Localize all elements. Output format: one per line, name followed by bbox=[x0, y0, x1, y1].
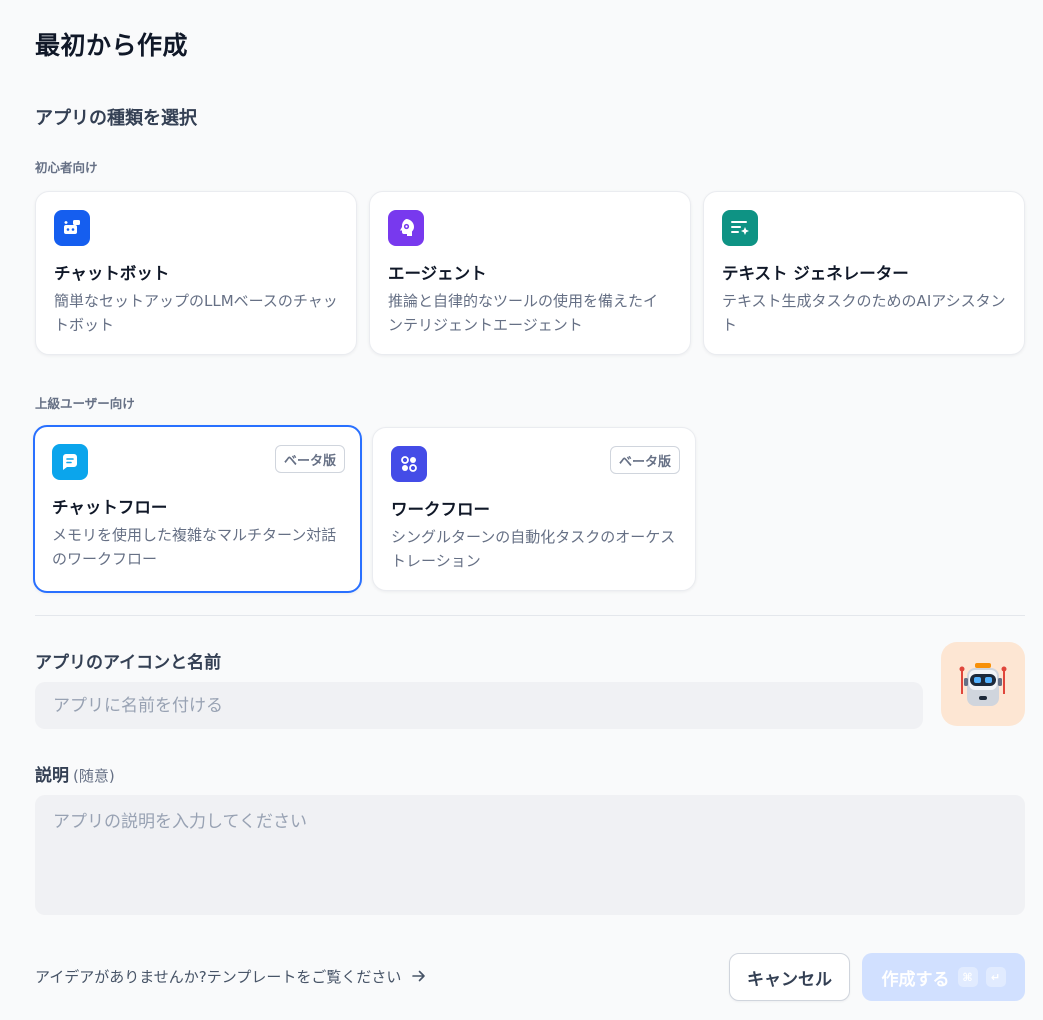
workflow-icon bbox=[391, 446, 427, 482]
card-title: チャットフロー bbox=[52, 498, 168, 517]
template-link[interactable]: アイデアがありませんか?テンプレートをご覧ください bbox=[35, 966, 426, 987]
description-label-text: 説明 bbox=[35, 766, 69, 786]
beginner-group-label: 初心者向け bbox=[35, 160, 98, 175]
advanced-group-label: 上級ユーザー向け bbox=[35, 396, 135, 411]
card-description: シングルターンの自動化タスクのオーケストレーション bbox=[391, 528, 676, 570]
app-type-section-title: アプリの種類を選択 bbox=[35, 108, 197, 129]
app-type-card-workflow[interactable]: ベータ版 ワークフロー シングルターンの自動化タスクのオーケストレーション bbox=[372, 427, 696, 591]
card-title: チャットボット bbox=[54, 264, 170, 283]
card-title: テキスト ジェネレーター bbox=[722, 264, 909, 283]
card-description: テキスト生成タスクのためのAIアシスタント bbox=[722, 292, 1006, 334]
section-divider bbox=[35, 615, 1025, 616]
arrow-right-icon bbox=[412, 970, 425, 982]
optional-hint: (随意) bbox=[73, 767, 115, 785]
robot-icon bbox=[959, 663, 1007, 706]
template-link-text: アイデアがありませんか?テンプレートをご覧ください bbox=[35, 968, 402, 986]
card-title: ワークフロー bbox=[391, 500, 490, 519]
page-title: 最初から作成 bbox=[35, 31, 189, 60]
agent-icon bbox=[388, 210, 424, 246]
text-generator-icon bbox=[722, 210, 758, 246]
enter-key-icon: ↵ bbox=[985, 967, 1006, 987]
app-type-card-text-generator[interactable]: テキスト ジェネレーター テキスト生成タスクのためのAIアシスタント bbox=[703, 191, 1025, 355]
cmd-key-icon: ⌘ bbox=[957, 967, 978, 987]
chatbot-icon bbox=[54, 210, 90, 246]
beta-badge: ベータ版 bbox=[609, 446, 680, 474]
chatflow-icon bbox=[52, 444, 88, 480]
card-description: 簡単なセットアップのLLMベースのチャットボット bbox=[54, 292, 338, 334]
app-name-input[interactable] bbox=[35, 682, 923, 729]
card-description: メモリを使用した複雑なマルチターン対話のワークフロー bbox=[52, 526, 337, 568]
create-button-label: 作成する bbox=[881, 969, 950, 990]
app-type-card-agent[interactable]: エージェント 推論と自律的なツールの使用を備えたインテリジェントエージェント bbox=[369, 191, 691, 355]
name-field-label: アプリのアイコンと名前 bbox=[35, 653, 222, 673]
app-icon-picker[interactable] bbox=[941, 642, 1025, 726]
create-button[interactable]: 作成する ⌘ ↵ bbox=[862, 953, 1025, 1001]
app-description-input[interactable] bbox=[35, 795, 1025, 915]
card-description: 推論と自律的なツールの使用を備えたインテリジェントエージェント bbox=[388, 292, 659, 334]
card-title: エージェント bbox=[388, 264, 487, 283]
app-type-card-chatflow[interactable]: ベータ版 チャットフロー メモリを使用した複雑なマルチターン対話のワークフロー bbox=[33, 425, 362, 593]
cancel-button[interactable]: キャンセル bbox=[729, 953, 850, 1001]
description-field-label: 説明 (随意) bbox=[35, 761, 115, 786]
beta-badge: ベータ版 bbox=[274, 445, 345, 473]
app-type-card-chatbot[interactable]: チャットボット 簡単なセットアップのLLMベースのチャットボット bbox=[35, 191, 357, 355]
